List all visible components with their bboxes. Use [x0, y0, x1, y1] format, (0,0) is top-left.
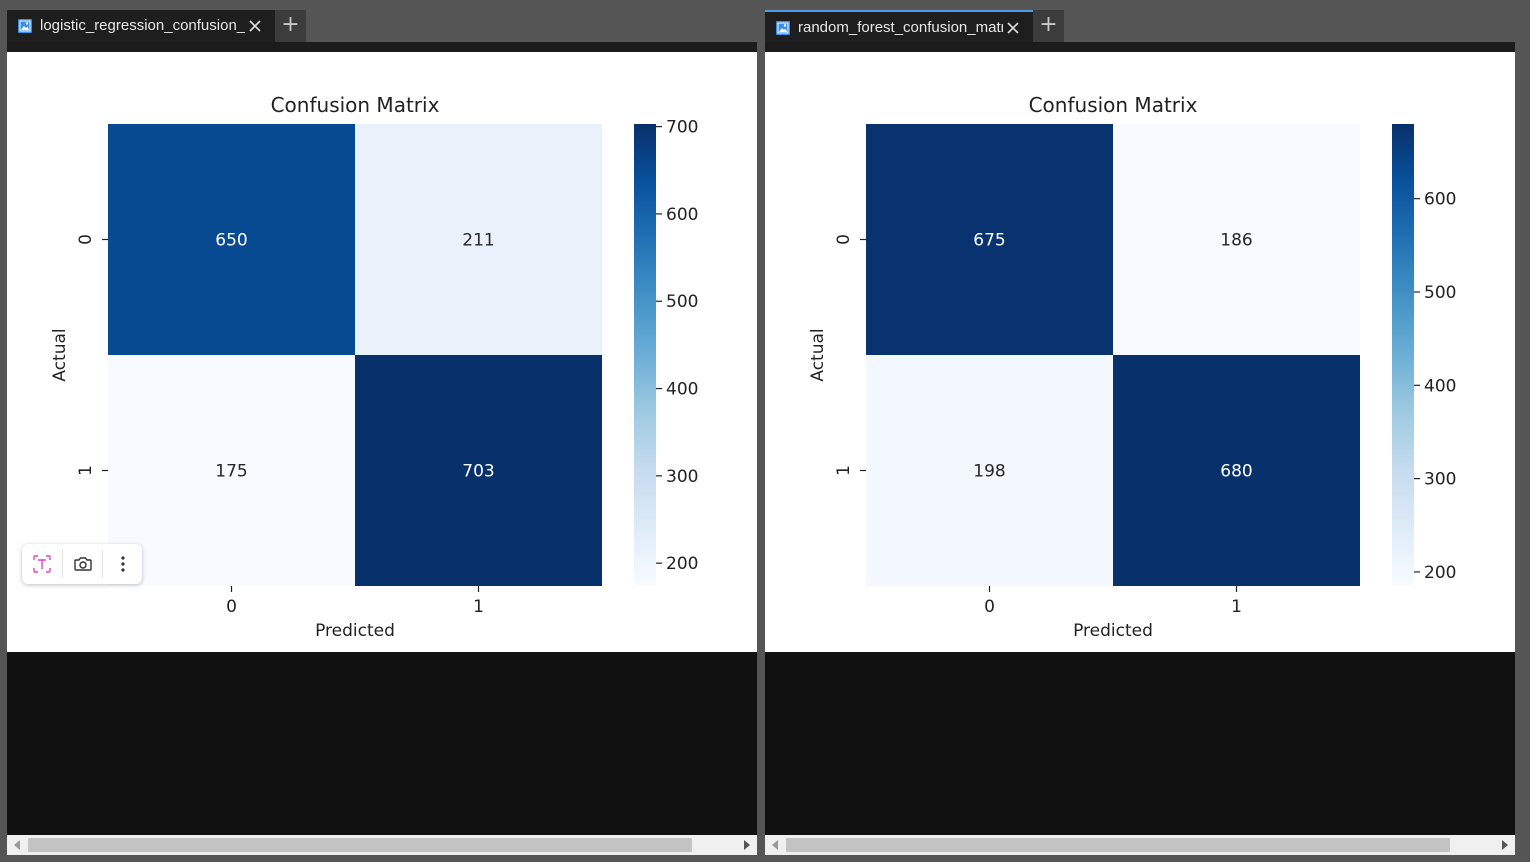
scrollbar-thumb[interactable] [28, 838, 692, 852]
colorbar-tick-label: 600 [1424, 190, 1456, 210]
viewer-background [7, 652, 757, 835]
image-viewer: Confusion Matrix 675 186 198 680 0 1 Predicted 0… [765, 52, 1515, 652]
y-axis-label: Actual [50, 328, 70, 381]
colorbar-tick-label: 200 [1424, 563, 1456, 583]
x-tick-label: 1 [1231, 597, 1242, 617]
y-tick-label: 1 [834, 465, 854, 476]
colorbar-tick-label: 300 [666, 467, 698, 487]
screenshot-button[interactable] [63, 544, 103, 584]
new-tab-button[interactable]: + [275, 10, 306, 42]
y-tick-label: 0 [834, 234, 854, 245]
cell-value-label: 675 [973, 231, 1005, 251]
cell-value-label: 680 [1220, 462, 1252, 482]
x-tick-label: 1 [473, 597, 484, 617]
colorbar-tick-label: 300 [1424, 470, 1456, 490]
tab-underline [765, 42, 1515, 52]
y-tick-label: 1 [76, 465, 96, 476]
x-tick-label: 0 [226, 597, 237, 617]
tab-strip: logistic_regression_confusion_matrix.png… [7, 8, 757, 42]
horizontal-scrollbar[interactable] [765, 835, 1515, 855]
colorbar-tick-label: 500 [1424, 283, 1456, 303]
right-image-pane: random_forest_confusion_matrix.png + Con… [765, 0, 1515, 862]
x-tick-label: 0 [984, 597, 995, 617]
cell-value-label: 703 [462, 462, 494, 482]
left-image-pane: logistic_regression_confusion_matrix.png… [7, 0, 757, 862]
tab-label: logistic_regression_confusion_matrix.png [40, 17, 245, 34]
text-select-icon [33, 555, 51, 573]
tab-label: random_forest_confusion_matrix.png [798, 19, 1003, 36]
cell-value-label: 198 [973, 462, 1005, 482]
tab-logistic-regression[interactable]: logistic_regression_confusion_matrix.png [7, 10, 275, 42]
scroll-left-icon[interactable] [772, 840, 778, 850]
cell-value-label: 175 [215, 462, 247, 482]
image-file-icon [18, 19, 32, 33]
scrollbar-thumb[interactable] [786, 838, 1450, 852]
close-tab-icon[interactable] [247, 18, 263, 34]
colorbar [634, 124, 656, 585]
colorbar-tick-label: 400 [1424, 376, 1456, 396]
scroll-right-icon[interactable] [744, 840, 750, 850]
tab-strip: random_forest_confusion_matrix.png + [765, 8, 1515, 42]
close-tab-icon[interactable] [1005, 20, 1021, 36]
colorbar-tick-label: 500 [666, 292, 698, 312]
image-file-icon [776, 21, 790, 35]
chart-title: Confusion Matrix [1029, 93, 1198, 117]
tab-random-forest[interactable]: random_forest_confusion_matrix.png [765, 10, 1033, 42]
colorbar-tick-label: 200 [666, 554, 698, 574]
cell-value-label: 211 [462, 231, 494, 251]
new-tab-button[interactable]: + [1033, 10, 1064, 42]
text-select-button[interactable] [22, 544, 62, 584]
viewer-background [765, 652, 1515, 835]
x-axis-label: Predicted [1073, 621, 1153, 641]
more-vertical-icon [121, 556, 125, 572]
cell-value-label: 186 [1220, 231, 1252, 251]
chart-title: Confusion Matrix [271, 93, 440, 117]
x-axis-label: Predicted [315, 621, 395, 641]
horizontal-scrollbar[interactable] [7, 835, 757, 855]
colorbar-tick-label: 400 [666, 380, 698, 400]
floating-image-toolbar [22, 544, 142, 584]
scroll-left-icon[interactable] [14, 840, 20, 850]
confusion-matrix-chart: Confusion Matrix 675 186 198 680 0 1 Predicted 0… [808, 93, 1456, 641]
tab-underline [7, 42, 757, 52]
colorbar-tick-label: 600 [666, 205, 698, 225]
scroll-right-icon[interactable] [1502, 840, 1508, 850]
y-tick-label: 0 [76, 234, 96, 245]
cell-value-label: 650 [215, 231, 247, 251]
camera-icon [74, 557, 92, 571]
colorbar-tick-label: 700 [666, 118, 698, 138]
y-axis-label: Actual [808, 328, 828, 381]
colorbar [1392, 124, 1414, 585]
more-options-button[interactable] [103, 544, 143, 584]
